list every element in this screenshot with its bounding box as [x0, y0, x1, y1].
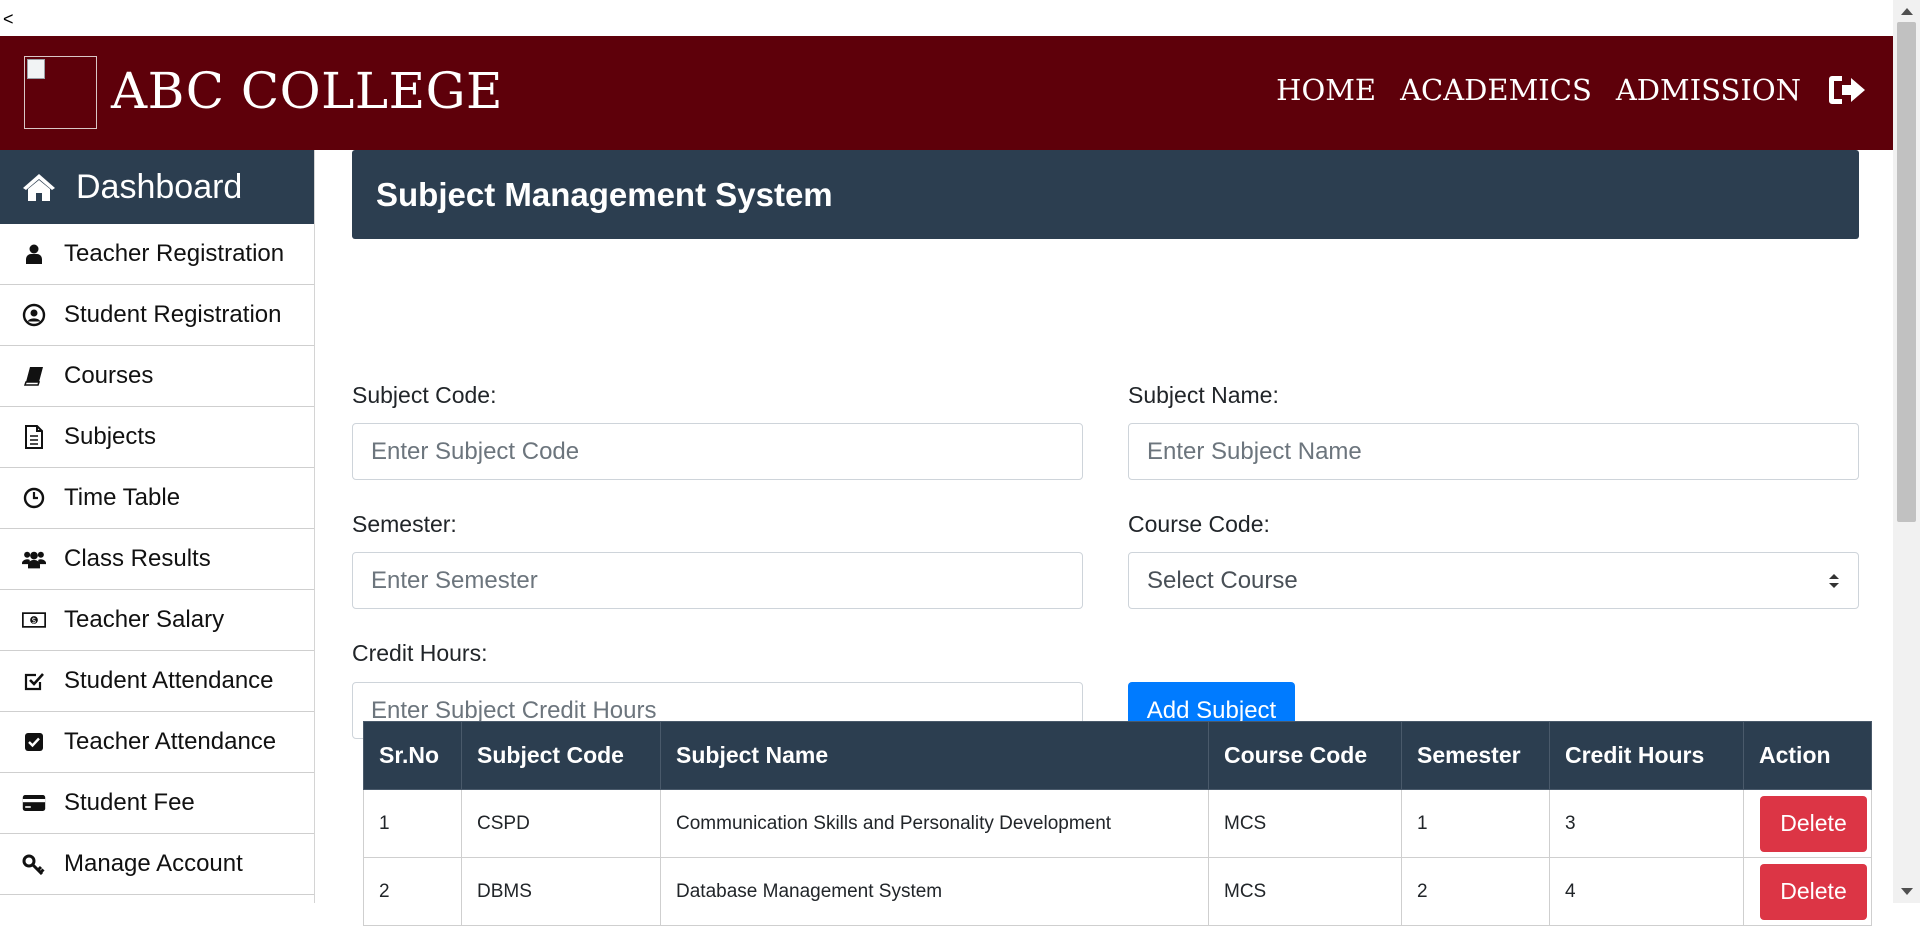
sidebar-item-label: Teacher Salary	[64, 606, 225, 633]
semester-input[interactable]	[352, 552, 1083, 609]
top-nav: HOME ACADEMICS ADMISSION	[1252, 62, 1867, 118]
check-square-filled-icon	[22, 730, 46, 754]
check-square-icon	[22, 669, 46, 693]
sign-out-icon[interactable]	[1827, 70, 1867, 110]
sidebar-item-student-registration[interactable]: Student Registration	[0, 285, 314, 346]
sidebar-item-manage-account[interactable]: Manage Account	[0, 834, 314, 895]
table-row: 2 DBMS Database Management System MCS 2 …	[363, 857, 1872, 926]
subject-code-label: Subject Code:	[352, 382, 497, 408]
main-content: Subject Management System Subject Code: …	[352, 150, 1859, 739]
col-action: Action	[1743, 721, 1872, 790]
subject-code-input[interactable]	[352, 423, 1083, 480]
cell-course-code: MCS	[1208, 789, 1402, 858]
sidebar-item-label: Student Registration	[64, 301, 282, 328]
college-brand: ABC COLLEGE	[111, 62, 504, 120]
svg-text:$: $	[32, 616, 37, 625]
cell-action: Delete	[1743, 857, 1872, 926]
cell-subject-code: DBMS	[461, 857, 661, 926]
sidebar-dashboard[interactable]: Dashboard	[0, 150, 314, 224]
cell-sr-no: 1	[363, 789, 462, 858]
money-icon: $	[22, 608, 46, 632]
scroll-thumb[interactable]	[1897, 22, 1916, 522]
clock-icon	[22, 486, 46, 510]
sidebar-item-label: Time Table	[64, 484, 181, 511]
cell-subject-name: Database Management System	[660, 857, 1209, 926]
col-subject-name: Subject Name	[660, 721, 1209, 790]
users-icon	[22, 547, 46, 571]
scroll-up-arrow-icon[interactable]	[1901, 8, 1913, 15]
title-panel: Subject Management System	[352, 150, 1859, 239]
sidebar-item-teacher-attendance[interactable]: Teacher Attendance	[0, 712, 314, 773]
cell-credit-hours: 3	[1549, 789, 1744, 858]
cell-action: Delete	[1743, 789, 1872, 858]
sidebar-item-label: Teacher Attendance	[64, 728, 277, 755]
sidebar-dashboard-label: Dashboard	[76, 167, 243, 206]
sidebar-item-label: Manage Account	[64, 850, 243, 877]
cell-course-code: MCS	[1208, 857, 1402, 926]
credit-hours-label: Credit Hours:	[352, 640, 488, 666]
back-link[interactable]: <	[3, 9, 14, 29]
cell-semester: 2	[1401, 857, 1550, 926]
sidebar-item-student-attendance[interactable]: Student Attendance	[0, 651, 314, 712]
sidebar-item-student-fee[interactable]: Student Fee	[0, 773, 314, 834]
delete-button[interactable]: Delete	[1760, 863, 1867, 920]
home-icon	[22, 170, 56, 204]
sidebar-item-teacher-salary[interactable]: $ Teacher Salary	[0, 590, 314, 651]
nav-academics[interactable]: ACADEMICS	[1400, 62, 1592, 118]
sidebar-item-label: Subjects	[64, 423, 157, 450]
user-icon	[22, 242, 46, 266]
subjects-table: Sr.No Subject Code Subject Name Course C…	[363, 721, 1872, 926]
cell-credit-hours: 4	[1549, 857, 1744, 926]
cell-semester: 1	[1401, 789, 1550, 858]
sidebar-item-subjects[interactable]: Subjects	[0, 407, 314, 468]
sidebar-item-label: Class Results	[64, 545, 211, 572]
table-row: 1 CSPD Communication Skills and Personal…	[363, 789, 1872, 858]
cell-sr-no: 2	[363, 857, 462, 926]
cell-subject-code: CSPD	[461, 789, 661, 858]
nav-admission[interactable]: ADMISSION	[1616, 62, 1801, 118]
page-title: Subject Management System	[376, 175, 833, 213]
col-semester: Semester	[1401, 721, 1550, 790]
sidebar-item-label: Courses	[64, 362, 154, 389]
file-text-icon	[22, 425, 46, 449]
cell-subject-name: Communication Skills and Personality Dev…	[660, 789, 1209, 858]
sidebar: Dashboard Teacher Registration Student R…	[0, 150, 315, 903]
subject-name-label: Subject Name:	[1128, 382, 1279, 408]
book-icon	[22, 364, 46, 388]
course-code-selected: Select Course	[1147, 566, 1298, 594]
col-credit-hours: Credit Hours	[1549, 721, 1744, 790]
delete-button[interactable]: Delete	[1760, 795, 1867, 852]
sidebar-item-teacher-registration[interactable]: Teacher Registration	[0, 224, 314, 285]
user-circle-icon	[22, 303, 46, 327]
sidebar-item-label: Student Fee	[64, 789, 195, 816]
col-course-code: Course Code	[1208, 721, 1402, 790]
sidebar-item-label: Student Attendance	[64, 667, 274, 694]
sidebar-item-label: Teacher Registration	[64, 240, 285, 267]
college-logo	[24, 56, 97, 129]
table-header-row: Sr.No Subject Code Subject Name Course C…	[363, 721, 1872, 790]
sidebar-item-time-table[interactable]: Time Table	[0, 468, 314, 529]
credit-card-icon	[22, 791, 46, 815]
col-sr-no: Sr.No	[363, 721, 462, 790]
scroll-down-arrow-icon[interactable]	[1901, 888, 1913, 895]
course-code-select[interactable]: Select Course	[1128, 552, 1859, 609]
nav-home[interactable]: HOME	[1276, 62, 1376, 118]
course-code-label: Course Code:	[1128, 511, 1270, 537]
vertical-scrollbar[interactable]	[1893, 0, 1920, 903]
subject-name-input[interactable]	[1128, 423, 1859, 480]
col-subject-code: Subject Code	[461, 721, 661, 790]
select-caret-icon	[1828, 572, 1840, 590]
header-bar: ABC COLLEGE HOME ACADEMICS ADMISSION	[0, 36, 1893, 150]
key-icon	[22, 852, 46, 876]
sidebar-item-courses[interactable]: Courses	[0, 346, 314, 407]
semester-label: Semester:	[352, 511, 457, 537]
sidebar-item-class-results[interactable]: Class Results	[0, 529, 314, 590]
